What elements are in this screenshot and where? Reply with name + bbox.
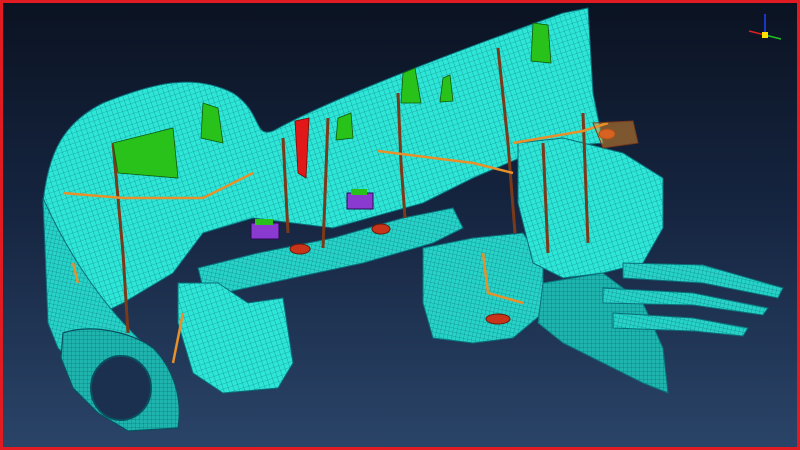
axis-triad <box>748 14 782 40</box>
right-pillar-structure <box>422 232 544 344</box>
right-box-frame <box>517 137 664 279</box>
wheel-hole <box>90 355 152 421</box>
bracket-detail <box>592 120 639 149</box>
lower-bracket-left <box>177 282 294 394</box>
origin-marker <box>762 32 768 38</box>
3d-viewport[interactable] <box>0 0 800 450</box>
fe-mesh-model[interactable] <box>3 3 800 450</box>
